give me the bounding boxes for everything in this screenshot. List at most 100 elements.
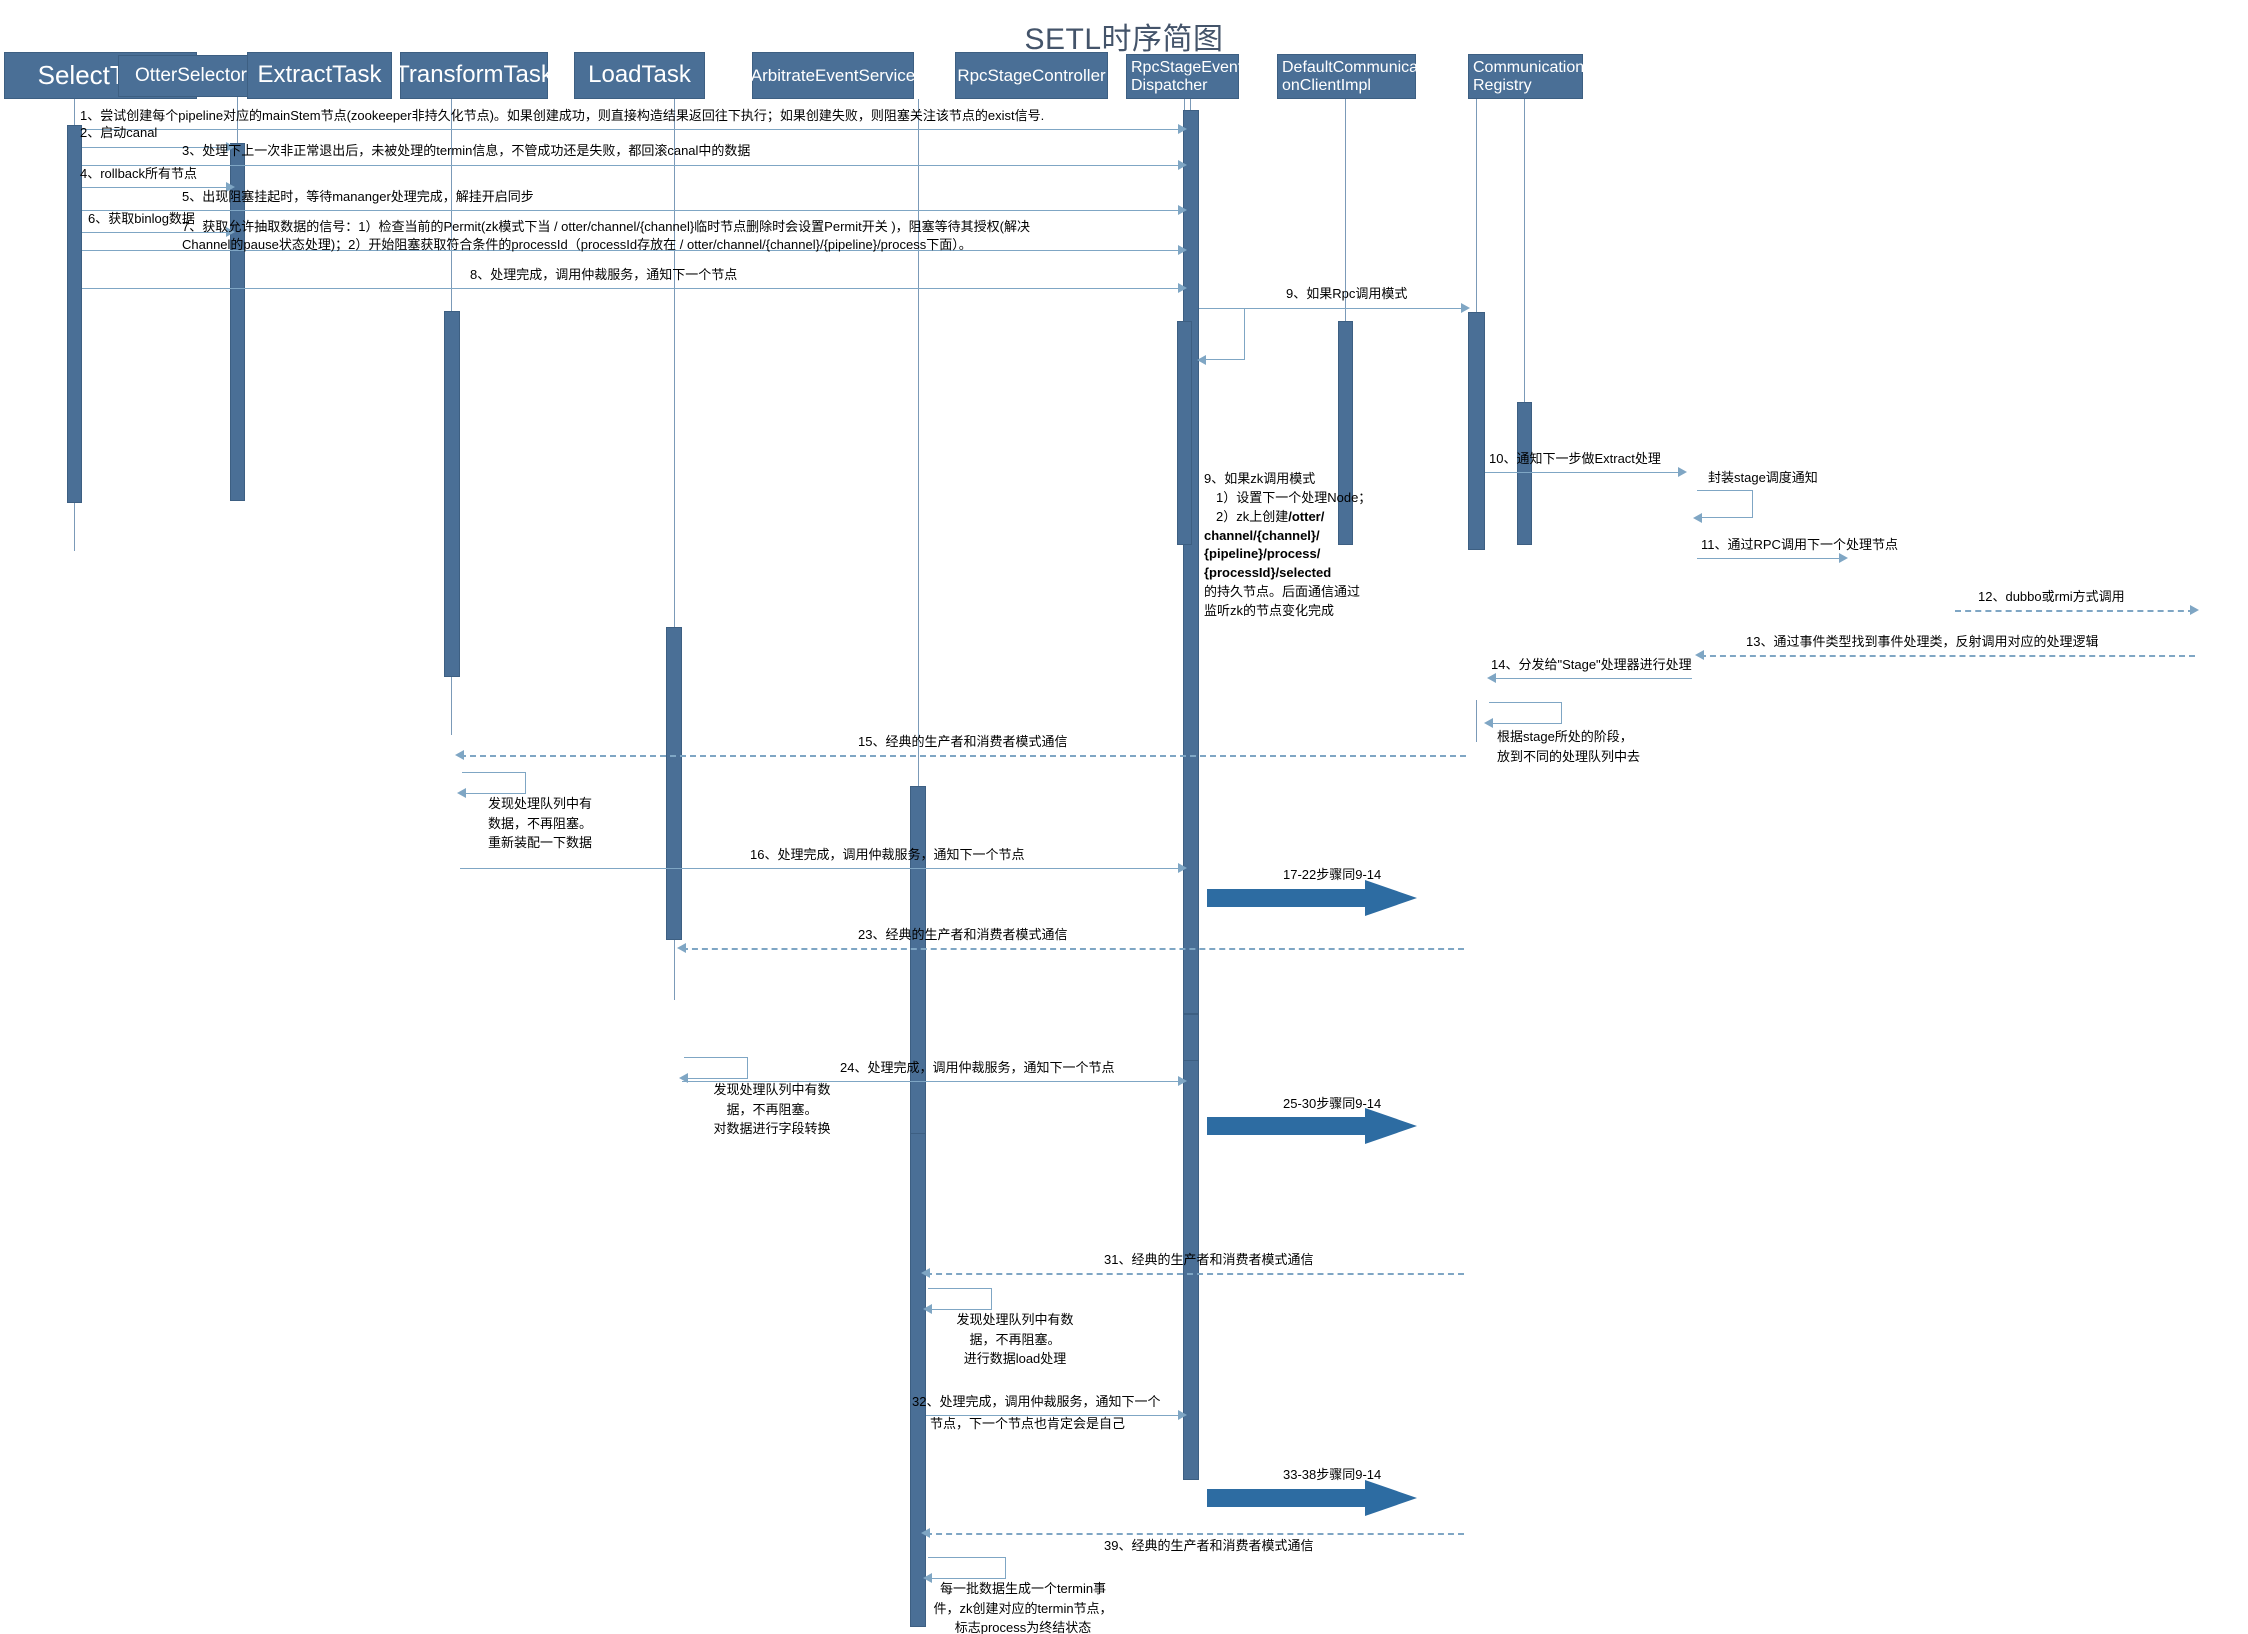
lifeline-label: ArbitrateEventService (750, 65, 916, 85)
msg-label-13: 13、通过事件类型找到事件处理类，反射调用对应的处理逻辑 (1746, 634, 2099, 649)
msg-label-15: 15、经典的生产者和消费者模式通信 (858, 734, 1068, 749)
note-line: 对数据进行字段转换 (713, 1121, 831, 1136)
msg-label-4: 4、rollback所有节点 (80, 166, 198, 181)
lifeline-label: ExtractTask (257, 61, 382, 89)
lifeline-head-rpcstageeventdispatcher[interactable]: RpcStageEvent Dispatcher (1126, 54, 1243, 99)
stage-wrap-selfcall (1697, 490, 1753, 518)
termin-selfcall (928, 1557, 1006, 1579)
msg-line-5 (82, 210, 1185, 211)
lifeline-head-defaultcommunicationclientimpl[interactable]: DefaultCommunicati onClientImpl (1277, 54, 1426, 99)
zk-note-line4: 的持久节点。后面通信通过 (1204, 584, 1361, 600)
note-line: 件，zk创建对应的termin节点， (933, 1600, 1113, 1616)
activation-registry (1517, 402, 1532, 545)
lifeline-head-extracttask[interactable]: ExtractTask (247, 52, 392, 99)
lifeline-line-extracttask-2 (451, 677, 452, 735)
msg-label-2: 2、启动canal (80, 125, 158, 140)
zk-note-line2: 1）设置下一个处理Node； (1216, 489, 1372, 505)
zk-note-bold1: /otter/ (1288, 508, 1325, 524)
lifeline-label: Communication Registry (1473, 58, 1585, 94)
msg-arrow-5 (1178, 205, 1187, 215)
msg-label-23: 23、经典的生产者和消费者模式通信 (858, 927, 1068, 942)
note-line: 数据，不再阻塞。 (487, 815, 592, 831)
msg-arrow-31 (921, 1268, 930, 1278)
msg-line-23 (682, 948, 1464, 950)
msg-arrow-23 (677, 943, 686, 953)
zk-note-line3: 2）zk上创建 (1216, 508, 1289, 524)
msg-label-12: 12、dubbo或rmi方式调用 (1978, 589, 2125, 604)
msg-arrow-1 (1178, 124, 1187, 134)
msg-line-39 (926, 1533, 1464, 1535)
lifeline-head-communicationregistry[interactable]: Communication Registry (1468, 54, 1585, 99)
note-line: 发现处理队列中有 (487, 796, 592, 811)
note-line: 标志process为终结状态 (954, 1620, 1092, 1634)
big-arrow-label-33-38: 33-38步骤同9-14 (1283, 1467, 1382, 1482)
note-line: 发现处理队列中有数 (956, 1312, 1074, 1327)
msg-label-8: 8、处理完成，调用仲裁服务，通知下一个节点 (470, 267, 738, 282)
transform-queue-selfcall (684, 1057, 748, 1079)
activation-arbitrate-2 (1183, 1014, 1199, 1061)
big-arrow-label-17-22: 17-22步骤同9-14 (1283, 867, 1382, 882)
msg-line-1 (82, 129, 1185, 130)
msg-label-3: 3、处理下上一次非正常退出后，未被处理的termin信息，不管成功还是失败，都回… (182, 143, 751, 158)
msg-arrow-32 (1178, 1410, 1187, 1420)
msg-label-32-line2: 节点，下一个节点也肯定会是自己 (930, 1416, 1126, 1431)
lifeline-line-extracttask (451, 99, 452, 317)
zk-note-bold3: {pipeline}/process/ (1204, 546, 1321, 562)
sequence-diagram-canvas: SETL时序简图 SelectTask OtterSelector Extrac… (0, 0, 2248, 1634)
activation-transformtask (666, 627, 682, 940)
lifeline-line-loadtask (918, 99, 919, 789)
msg-line-15 (460, 755, 1466, 757)
load-queue-note: 发现处理队列中有数 据，不再阻塞。 进行数据load处理 (918, 1310, 1112, 1369)
msg-arrow-13 (1695, 650, 1704, 660)
extract-queue-selfcall (462, 772, 526, 794)
zk-note-bold4: {processId}/selected (1204, 565, 1332, 581)
msg-label-7-line1: 7、获取允许抽取数据的信号：1）检查当前的Permit(zk模式下当 / ott… (182, 219, 1031, 234)
lifeline-head-rpcstagecontroller[interactable]: RpcStageController (955, 52, 1108, 99)
msg-line-24 (682, 1081, 1185, 1082)
activation-rpcstagecontroller (1468, 312, 1485, 550)
msg-arrow-7 (1178, 245, 1187, 255)
lifeline-label: RpcStageController (957, 65, 1106, 85)
lifeline-head-otterselector[interactable]: OtterSelector (118, 55, 264, 97)
msg-line-14 (1492, 678, 1692, 679)
msg-line-31 (926, 1273, 1464, 1275)
msg-arrow-24 (1178, 1076, 1187, 1086)
lifeline-line-rpcstagecontroller-2 (1476, 700, 1477, 742)
zk-note-line5: 监听zk的节点变化完成 (1204, 602, 1335, 618)
msg-label-24: 24、处理完成，调用仲裁服务，通知下一个节点 (840, 1060, 1115, 1075)
stage-queue-note: 根据stage所处的阶段， 放到不同的处理队列中去 (1497, 727, 1687, 766)
note-line: 进行数据load处理 (963, 1351, 1067, 1366)
arbitrate-self-hook (1199, 308, 1245, 360)
stage-queue-selfcall-arrow (1484, 718, 1493, 728)
lifeline-head-loadtask[interactable]: LoadTask (574, 52, 705, 99)
msg-arrow-12 (2190, 605, 2199, 615)
lifeline-head-transformtask[interactable]: TransformTask (395, 52, 553, 99)
note-line: 据，不再阻塞。 (969, 1331, 1061, 1347)
note-line: 放到不同的处理队列中去 (1497, 748, 1641, 764)
big-arrow-label-25-30: 25-30步骤同9-14 (1283, 1096, 1382, 1111)
big-arrow-33-38 (1207, 1478, 1417, 1518)
msg-label-14: 14、分发给"Stage"处理器进行处理 (1491, 657, 1692, 672)
lifeline-line-transformtask (674, 99, 675, 629)
msg-line-11 (1697, 558, 1842, 559)
note-line: 据，不再阻塞。 (726, 1101, 818, 1117)
arbitrate-self-hook-arrow (1197, 355, 1206, 365)
msg-line-16 (460, 868, 1185, 869)
lifeline-line-registry (1524, 99, 1525, 402)
stage-wrap-selfcall-arrow (1693, 513, 1702, 523)
msg-arrow-16 (1178, 863, 1187, 873)
lifeline-label: OtterSelector (135, 65, 247, 87)
stage-queue-selfcall (1489, 702, 1562, 724)
msg-arrow-39 (921, 1528, 930, 1538)
transform-queue-note: 发现处理队列中有数 据，不再阻塞。 对数据进行字段转换 (676, 1080, 868, 1139)
msg-arrow-3 (1178, 160, 1187, 170)
lifeline-label: DefaultCommunicati onClientImpl (1282, 58, 1427, 94)
msg-label-32-line1: 32、处理完成，调用仲裁服务，通知下一个 (912, 1394, 1161, 1409)
msg-label-9: 9、如果Rpc调用模式 (1286, 286, 1408, 301)
zk-note-bold2: channel/{channel}/ (1204, 527, 1320, 543)
msg-label-39: 39、经典的生产者和消费者模式通信 (1104, 1538, 1314, 1553)
big-arrow-25-30 (1207, 1106, 1417, 1146)
lifeline-label: RpcStageEvent Dispatcher (1131, 58, 1243, 94)
lifeline-head-arbitrateeventservice[interactable]: ArbitrateEventService (750, 52, 916, 99)
activation-dispatcher (1177, 321, 1192, 545)
